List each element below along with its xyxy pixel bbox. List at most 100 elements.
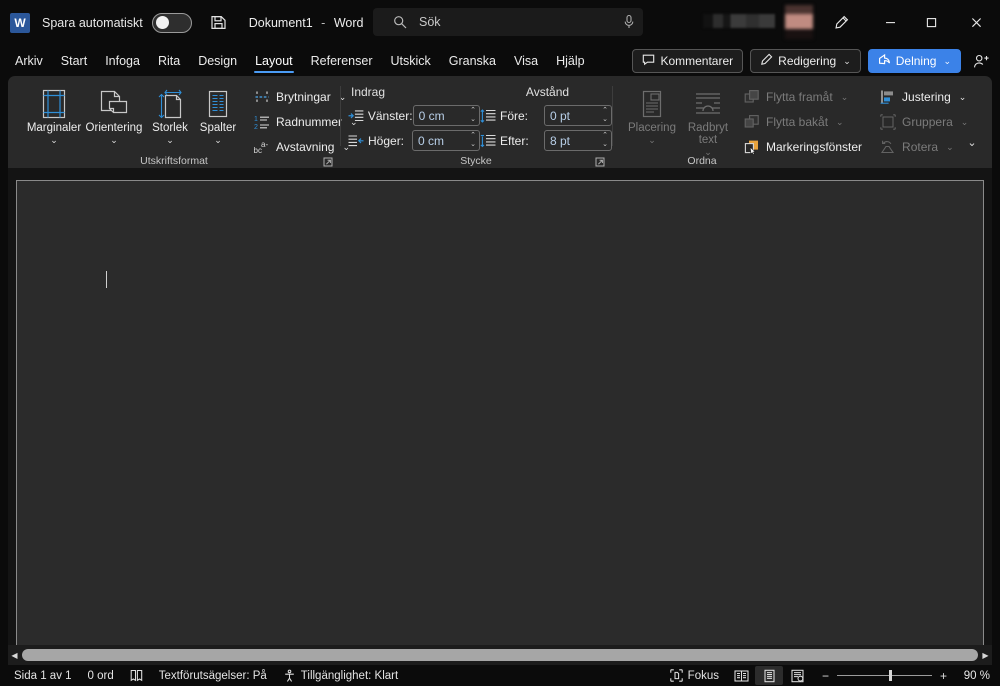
share-person-icon[interactable] xyxy=(968,49,994,73)
scroll-right-arrow-icon[interactable]: ▶ xyxy=(979,651,992,660)
share-icon xyxy=(878,53,891,69)
chevron-down-icon: ⌄ xyxy=(958,91,967,102)
breaks-icon xyxy=(254,89,270,105)
dialog-launcher-icon[interactable] xyxy=(323,155,334,167)
bring-forward-button[interactable]: Flytta framåt ⌄ xyxy=(738,86,868,108)
chevron-down-icon: ⌄ xyxy=(840,91,849,102)
dialog-launcher-icon[interactable] xyxy=(595,155,606,167)
tab-utskick[interactable]: Utskick xyxy=(381,45,439,76)
accessibility-status[interactable]: Tillgänglighet: Klart xyxy=(275,669,406,682)
ribbon-tab-strip: Arkiv Start Infoga Rita Design Layout Re… xyxy=(0,45,1000,76)
spacing-before-row: Före: 0 pt ⌃ ⌄ xyxy=(480,104,612,127)
indent-left-label: Vänster: xyxy=(367,108,413,123)
zoom-out-button[interactable]: − xyxy=(821,669,830,683)
zoom-slider-thumb[interactable] xyxy=(889,670,892,681)
rotate-button[interactable]: Rotera ⌄ xyxy=(874,136,974,158)
scroll-thumb[interactable] xyxy=(22,649,978,661)
comments-button[interactable]: Kommentarer xyxy=(632,49,744,73)
collapse-ribbon-button[interactable]: ⌄ xyxy=(962,134,982,150)
send-backward-icon xyxy=(744,114,760,130)
stepper-arrows[interactable]: ⌃ ⌄ xyxy=(470,106,476,125)
indent-left-stepper[interactable]: 0 cm ⌃ ⌄ xyxy=(412,105,480,126)
stepper-arrows[interactable]: ⌃ ⌄ xyxy=(470,131,476,150)
bring-forward-label: Flytta framåt xyxy=(766,90,833,104)
focus-mode-button[interactable]: Fokus xyxy=(662,669,727,682)
spacing-header: Avstånd xyxy=(525,85,570,99)
web-layout-icon[interactable] xyxy=(783,666,811,685)
minimize-button[interactable] xyxy=(876,8,904,36)
focus-label: Fokus xyxy=(687,669,719,682)
position-label: Placering xyxy=(628,122,676,134)
print-layout-icon[interactable] xyxy=(755,666,783,685)
indent-right-label: Höger: xyxy=(368,133,405,148)
position-icon xyxy=(639,85,665,119)
tab-rita[interactable]: Rita xyxy=(149,45,189,76)
indent-right-stepper[interactable]: 0 cm ⌃ ⌄ xyxy=(412,130,480,151)
svg-text:2: 2 xyxy=(254,124,258,130)
tab-granska[interactable]: Granska xyxy=(440,45,505,76)
margins-icon xyxy=(41,85,67,119)
microphone-icon[interactable] xyxy=(623,14,635,30)
spacing-before-icon xyxy=(480,108,496,124)
save-icon[interactable] xyxy=(210,14,227,31)
autosave-toggle[interactable] xyxy=(151,12,192,33)
tab-arkiv[interactable]: Arkiv xyxy=(6,45,52,76)
document-title[interactable]: Dokument1 - Word xyxy=(249,16,364,30)
tab-design[interactable]: Design xyxy=(189,45,246,76)
chevron-down-icon: ⌄ xyxy=(166,135,174,145)
group-label-paragraph: Stycke xyxy=(460,155,492,167)
chevron-down-icon: ⌄ xyxy=(50,135,58,145)
pen-icon[interactable] xyxy=(827,8,855,36)
word-logo-icon: W xyxy=(10,12,30,33)
comments-label: Kommentarer xyxy=(660,54,734,68)
scroll-track[interactable] xyxy=(21,649,979,661)
maximize-button[interactable] xyxy=(917,8,945,36)
tab-infoga[interactable]: Infoga xyxy=(96,45,149,76)
scroll-left-arrow-icon[interactable]: ◀ xyxy=(8,651,21,660)
indent-right-row: Höger: 0 cm ⌃ ⌄ xyxy=(348,129,480,152)
zoom-slider-track[interactable] xyxy=(837,670,932,681)
stepper-arrows[interactable]: ⌃ ⌄ xyxy=(602,131,608,150)
pencil-icon xyxy=(760,53,773,69)
breaks-label: Brytningar xyxy=(276,90,331,104)
zoom-in-button[interactable]: + xyxy=(939,669,948,683)
horizontal-scrollbar[interactable]: ◀ ▶ xyxy=(8,645,992,665)
spacing-before-stepper[interactable]: 0 pt ⌃ ⌄ xyxy=(544,105,612,126)
align-objects-icon xyxy=(880,89,896,105)
close-button[interactable] xyxy=(962,8,990,36)
spacing-after-value: 8 pt xyxy=(550,133,571,148)
read-mode-icon[interactable] xyxy=(727,666,755,685)
avatar[interactable] xyxy=(785,5,813,39)
word-count[interactable]: 0 ord xyxy=(80,670,122,682)
indent-right-icon xyxy=(348,133,364,149)
spacing-before-value: 0 pt xyxy=(550,108,571,123)
app-name: Word xyxy=(333,15,364,30)
send-backward-button[interactable]: Flytta bakåt ⌄ xyxy=(738,111,868,133)
rotate-label: Rotera xyxy=(902,140,939,154)
search-input[interactable]: Sök xyxy=(373,8,643,36)
page-indicator[interactable]: Sida 1 av 1 xyxy=(6,670,80,682)
document-canvas[interactable] xyxy=(8,168,992,645)
share-button[interactable]: Delning ⌄ xyxy=(867,49,961,73)
hyphenation-label: Avstavning xyxy=(276,140,335,154)
document-page[interactable] xyxy=(16,180,984,645)
tab-layout[interactable]: Layout xyxy=(246,45,302,76)
tab-hjalp[interactable]: Hjälp xyxy=(547,45,594,76)
text-predictions-status[interactable]: Textförutsägelser: På xyxy=(151,670,275,682)
proofing-icon[interactable] xyxy=(122,669,151,682)
autosave-toggle-knob xyxy=(155,16,169,29)
align-objects-button[interactable]: Justering ⌄ xyxy=(874,86,974,108)
stepper-arrows[interactable]: ⌃ ⌄ xyxy=(602,106,608,125)
tab-referenser[interactable]: Referenser xyxy=(302,45,382,76)
orientation-label: Orientering xyxy=(85,122,143,134)
zoom-control[interactable]: − + xyxy=(811,669,954,683)
editing-button[interactable]: Redigering ⌄ xyxy=(750,49,861,73)
tab-start[interactable]: Start xyxy=(52,45,96,76)
text-caret xyxy=(106,271,107,288)
title-bar: W Spara automatiskt Dokument1 - Word Sök xyxy=(0,0,1000,45)
group-button[interactable]: Gruppera ⌄ xyxy=(874,111,974,133)
spacing-after-stepper[interactable]: 8 pt ⌃ ⌄ xyxy=(544,130,612,151)
size-icon xyxy=(156,85,184,119)
zoom-level[interactable]: 90 % xyxy=(954,670,994,682)
tab-visa[interactable]: Visa xyxy=(505,45,547,76)
